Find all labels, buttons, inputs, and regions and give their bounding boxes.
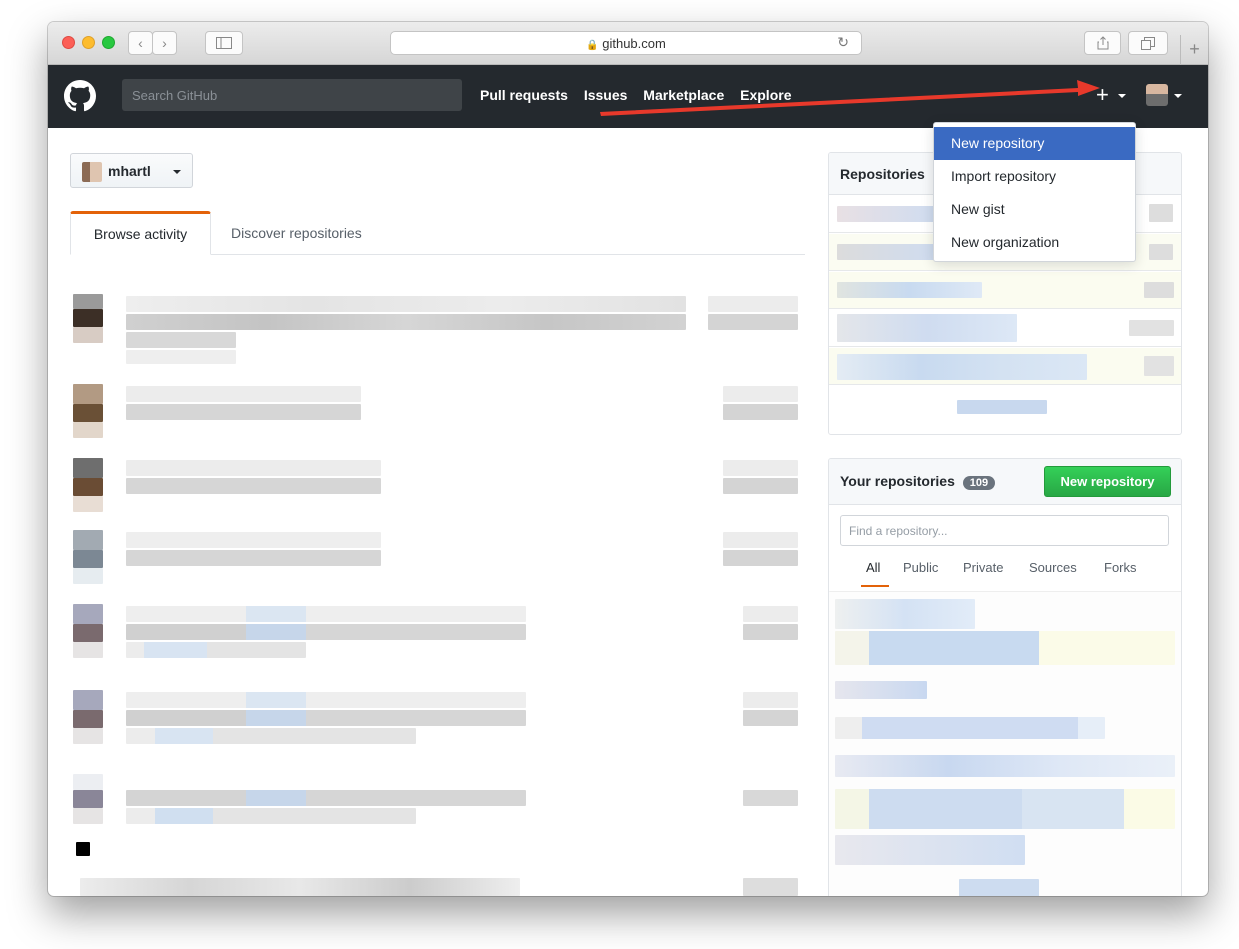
context-username: mhartl [108, 163, 151, 179]
list-item[interactable] [835, 599, 975, 629]
list-item[interactable] [835, 755, 1175, 777]
chevron-down-icon [173, 170, 181, 174]
feed-avatar [73, 690, 103, 710]
menu-item-new-gist[interactable]: New gist [934, 193, 1135, 226]
feed-avatar [73, 604, 103, 624]
list-item[interactable] [829, 272, 1181, 309]
dashboard-tabs: Browse activity Discover repositories [70, 211, 805, 255]
feed-item[interactable] [68, 878, 808, 896]
feed-avatar [73, 774, 103, 790]
feed-avatar [73, 458, 103, 478]
show-more-link[interactable] [829, 386, 1181, 423]
feed-item[interactable] [68, 458, 808, 520]
list-item[interactable] [835, 789, 1175, 829]
your-repositories-title: Your repositories [840, 473, 955, 489]
tab-browse-activity[interactable]: Browse activity [70, 211, 211, 255]
feed-avatar [73, 530, 103, 550]
menu-item-new-organization[interactable]: New organization [934, 226, 1135, 259]
repo-count-badge: 109 [962, 476, 996, 490]
find-repository-input[interactable] [840, 515, 1169, 546]
feed-item[interactable] [68, 294, 808, 374]
active-filter-indicator [861, 585, 889, 587]
filter-sources[interactable]: Sources [1029, 560, 1077, 575]
your-repositories-header: Your repositories 109 New repository [829, 459, 1181, 505]
context-avatar [82, 162, 102, 182]
list-item[interactable] [959, 879, 1039, 896]
list-item[interactable] [835, 717, 1105, 739]
feed-item[interactable] [68, 690, 808, 760]
list-item[interactable] [829, 310, 1181, 347]
tab-discover-repositories[interactable]: Discover repositories [231, 211, 362, 255]
filter-forks[interactable]: Forks [1104, 560, 1137, 575]
menu-item-new-repository[interactable]: New repository [934, 127, 1135, 160]
list-item[interactable] [835, 681, 927, 699]
filter-private[interactable]: Private [963, 560, 1003, 575]
menu-item-import-repository[interactable]: Import repository [934, 160, 1135, 193]
feed-item[interactable] [68, 384, 808, 446]
feed-item[interactable] [68, 530, 808, 592]
feed-item[interactable] [68, 604, 808, 674]
account-context-switcher[interactable]: mhartl [70, 153, 193, 188]
new-repository-button[interactable]: New repository [1044, 466, 1171, 497]
safari-window: ‹ › 🔒 github.com ↻ + Pull requests Issue… [48, 22, 1208, 896]
create-new-dropdown: New repository Import repository New gis… [933, 122, 1136, 262]
feed-avatar [73, 384, 103, 404]
filter-public[interactable]: Public [903, 560, 938, 575]
feed-item[interactable] [68, 774, 808, 869]
list-item[interactable] [829, 348, 1181, 385]
list-item[interactable] [835, 631, 1175, 665]
feed-avatar [73, 294, 103, 309]
list-item[interactable] [835, 835, 1025, 865]
filter-all[interactable]: All [866, 560, 880, 575]
your-repositories-box: Your repositories 109 New repository All… [828, 458, 1182, 896]
